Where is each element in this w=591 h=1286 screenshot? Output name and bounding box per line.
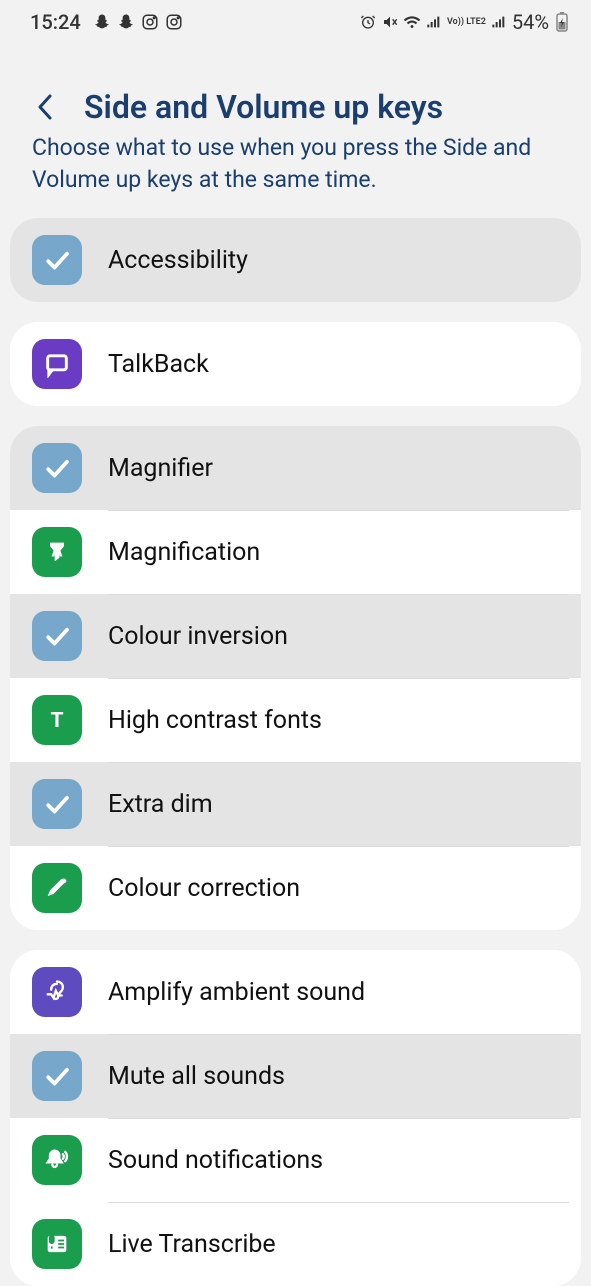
status-bar: 15:24 Vo)) LTE2 54%: [0, 0, 591, 38]
instagram-icon-2: [165, 13, 183, 31]
option-label: Sound notifications: [108, 1146, 323, 1175]
back-button[interactable]: [32, 94, 58, 120]
option-live-transcribe[interactable]: Live Transcribe: [10, 1202, 581, 1286]
option-label: Magnifier: [108, 454, 213, 483]
svg-text:A: A: [52, 542, 63, 561]
checkmark-icon: [32, 611, 82, 661]
wifi-icon: [403, 13, 421, 31]
status-right: Vo)) LTE2 54%: [359, 10, 571, 34]
battery-icon: [553, 13, 571, 31]
option-sound-notifications[interactable]: Sound notifications: [10, 1118, 581, 1202]
battery-percent: 54%: [512, 10, 549, 34]
status-time: 15:24: [30, 10, 81, 34]
page-header: Side and Volume up keys: [0, 38, 591, 140]
group-vision: Magnifier A Magnification Colour inversi…: [10, 426, 581, 930]
option-colour-correction[interactable]: Colour correction: [10, 846, 581, 930]
option-label: Accessibility: [108, 246, 248, 275]
group-talkback: TalkBack: [10, 322, 581, 406]
magnification-icon: A: [32, 527, 82, 577]
option-extra-dim[interactable]: Extra dim: [10, 762, 581, 846]
page-title: Side and Volume up keys: [84, 88, 443, 126]
alarm-icon: [359, 13, 377, 31]
snapchat-icon-2: [117, 13, 135, 31]
checkmark-icon: [32, 235, 82, 285]
talkback-icon: [32, 339, 82, 389]
option-talkback[interactable]: TalkBack: [10, 322, 581, 406]
option-label: Live Transcribe: [108, 1230, 276, 1259]
amplify-icon: [32, 967, 82, 1017]
option-label: Colour correction: [108, 874, 300, 903]
high-contrast-icon: T: [32, 695, 82, 745]
signal-icon: [425, 13, 443, 31]
option-label: Amplify ambient sound: [108, 978, 365, 1007]
option-label: Magnification: [108, 538, 260, 567]
checkmark-icon: [32, 443, 82, 493]
colour-correction-icon: [32, 863, 82, 913]
group-accessibility: Accessibility: [10, 218, 581, 302]
status-left: 15:24: [30, 10, 183, 34]
signal-icon-2: [490, 13, 508, 31]
option-accessibility[interactable]: Accessibility: [10, 218, 581, 302]
lte-indicator: Vo)) LTE2: [447, 18, 486, 27]
option-magnification[interactable]: A Magnification: [10, 510, 581, 594]
checkmark-icon: [32, 779, 82, 829]
group-hearing: Amplify ambient sound Mute all sounds So…: [10, 950, 581, 1286]
option-magnifier[interactable]: Magnifier: [10, 426, 581, 510]
mute-icon: [381, 13, 399, 31]
option-label: High contrast fonts: [108, 706, 322, 735]
page-subtitle: Choose what to use when you press the Si…: [0, 132, 591, 218]
snapchat-icon: [93, 13, 111, 31]
live-transcribe-icon: [32, 1219, 82, 1269]
option-label: Colour inversion: [108, 622, 288, 651]
option-amplify[interactable]: Amplify ambient sound: [10, 950, 581, 1034]
option-label: TalkBack: [108, 350, 209, 379]
option-mute-all[interactable]: Mute all sounds: [10, 1034, 581, 1118]
checkmark-icon: [32, 1051, 82, 1101]
option-label: Extra dim: [108, 790, 213, 819]
svg-text:T: T: [50, 709, 63, 733]
option-colour-inversion[interactable]: Colour inversion: [10, 594, 581, 678]
sound-notifications-icon: [32, 1135, 82, 1185]
instagram-icon: [141, 13, 159, 31]
option-label: Mute all sounds: [108, 1062, 285, 1091]
option-high-contrast[interactable]: T High contrast fonts: [10, 678, 581, 762]
